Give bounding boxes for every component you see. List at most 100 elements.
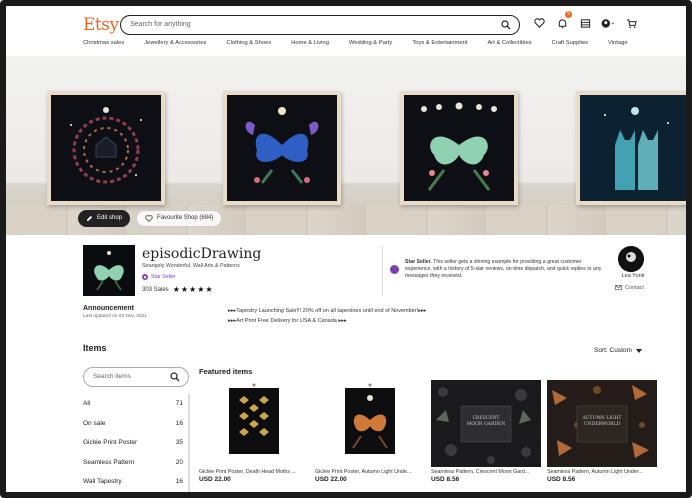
edit-shop-button[interactable]: Edit shop [78, 210, 131, 227]
category-link[interactable]: Clothing & Shoes [226, 40, 271, 46]
shop-logo[interactable] [83, 245, 135, 296]
notification-badge: 5 [565, 11, 572, 18]
section-count: 20 [175, 458, 183, 466]
sales-count: 303 Sales [142, 286, 169, 293]
items-search-input[interactable]: Search items [83, 367, 189, 387]
banner-artwork-4 [576, 91, 686, 205]
etsy-logo[interactable]: Etsy [83, 15, 119, 35]
section-label: Seamless Pattern [83, 458, 135, 466]
shop-banner: Edit shop Favourite Shop (684) [6, 56, 686, 235]
category-link[interactable]: Home & Living [291, 40, 329, 46]
section-label: Wall Tapestry [83, 478, 122, 486]
cart-icon[interactable] [624, 16, 638, 30]
featured-item-image[interactable]: CRESCENT MOON GARDEN [431, 380, 541, 467]
section-item-seamless-pattern[interactable]: Seamless Pattern 20 [83, 453, 187, 473]
featured-item-price: USD 22.00 [315, 476, 347, 483]
section-label: All [83, 400, 91, 408]
star-seller-icon [390, 265, 399, 274]
sort-label: Sort: Custom [594, 347, 632, 354]
announcement-line: ▸▸▸Art Print Free Delivery for USA & Can… [228, 318, 347, 324]
featured-item-card[interactable]: CRESCENT MOON GARDEN Seamless Pattern, C… [431, 380, 541, 483]
banner-artwork-2 [223, 91, 341, 205]
star-seller-badge[interactable]: Star Seller [142, 274, 176, 280]
star-seller-icon [142, 274, 148, 280]
announcement-line: ▸▸▸Tapestry Launching Sale!!! 20% off on… [228, 308, 427, 314]
search-input[interactable]: Search for anything [120, 15, 520, 35]
featured-item-title[interactable]: Seamless Pattern, Crescent Moon Gard... [431, 469, 541, 475]
banner-artwork-3 [400, 91, 518, 205]
site-header: Etsy Search for anything 5 Christmas sal… [6, 6, 686, 56]
featured-item-card[interactable]: AUTUMN LIGHT UNDERWORLD Seamless Pattern… [547, 380, 657, 483]
featured-item-title[interactable]: Seamless Pattern, Autumn Light Under... [547, 469, 657, 475]
section-item-all[interactable]: All 71 [83, 394, 190, 414]
pattern-overlay-text: CRESCENT MOON GARDEN [466, 416, 506, 427]
sales-rating: 303 Sales ★★★★★ [142, 285, 214, 294]
featured-items-title: Featured items [199, 367, 253, 376]
owner-name[interactable]: Lea Yunk [618, 273, 648, 279]
category-link[interactable]: Jewellery & Accessories [144, 40, 206, 46]
search-placeholder: Search for anything [130, 21, 191, 28]
featured-item-card[interactable]: Giclée Print Poster, Autumn Light Unde..… [315, 380, 425, 483]
section-count: 16 [175, 478, 183, 486]
banner-artwork-1 [47, 91, 165, 205]
announcement-title: Announcement [83, 305, 134, 312]
section-count: 16 [175, 419, 183, 427]
featured-item-price: USD 8.56 [547, 476, 576, 483]
avatar[interactable] [601, 16, 615, 30]
announcement-date: Last updated on 03 Nov, 2021 [83, 314, 147, 319]
pattern-overlay-text: AUTUMN LIGHT UNDERWORLD [582, 416, 622, 427]
category-link[interactable]: Toys & Entertainment [412, 40, 467, 46]
star-seller-text: This seller gets a shining example for p… [405, 259, 602, 280]
section-count: 35 [175, 439, 183, 447]
category-link[interactable]: Craft Supplies [552, 40, 588, 46]
featured-item-image[interactable]: AUTUMN LIGHT UNDERWORLD [547, 380, 657, 467]
search-icon[interactable] [170, 372, 180, 382]
section-list-scrollbar[interactable] [188, 394, 190, 492]
favourite-shop-label: Favourite Shop (684) [157, 215, 214, 221]
bell-icon[interactable]: 5 [555, 11, 572, 30]
heart-icon[interactable] [532, 16, 546, 30]
caret-down-icon [635, 348, 642, 353]
edit-shop-label: Edit shop [97, 215, 123, 221]
star-seller-bold: Star Seller. [405, 259, 432, 265]
featured-item-image[interactable] [199, 380, 309, 467]
featured-item-title[interactable]: Giclée Print Poster, Death Head Moths ..… [199, 469, 309, 475]
banner-actions: Edit shop Favourite Shop (684) [78, 210, 223, 227]
featured-item-title[interactable]: Giclée Print Poster, Autumn Light Unde..… [315, 469, 425, 475]
pencil-icon [86, 215, 93, 222]
divider [382, 246, 383, 296]
section-item-wall-tapestry[interactable]: Wall Tapestry 16 [83, 472, 187, 492]
section-label: On sale [83, 419, 106, 427]
shop-name: episodicDrawing [142, 246, 262, 262]
items-search-placeholder: Search items [93, 373, 131, 380]
category-link[interactable]: Wedding & Party [349, 40, 392, 46]
featured-item-image[interactable] [315, 380, 425, 467]
shop-tagline: Strangely Wonderful. Wall Arts & Pattern… [142, 263, 240, 269]
heart-icon [145, 215, 153, 222]
message-icon [615, 285, 622, 291]
category-link[interactable]: Art & Collectibles [487, 40, 531, 46]
star-seller-label: Star Seller [151, 274, 176, 280]
browser-frame: Etsy Search for anything 5 Christmas sal… [0, 0, 692, 498]
featured-item-card[interactable]: Giclée Print Poster, Death Head Moths ..… [199, 380, 309, 483]
section-list: All 71 On sale 16 Giclée Print Poster 35… [83, 394, 190, 492]
section-item-giclee-print-poster[interactable]: Giclée Print Poster 35 [83, 433, 187, 453]
shop-icon[interactable] [578, 16, 592, 30]
rating-stars[interactable]: ★★★★★ [173, 285, 214, 294]
sort-dropdown[interactable]: Sort: Custom [594, 347, 642, 354]
header-icons: 5 [532, 11, 638, 30]
category-nav: Christmas sales Jewellery & Accessories … [83, 40, 628, 46]
items-title: Items [83, 343, 107, 353]
section-count: 71 [175, 400, 183, 408]
category-link[interactable]: Vintage [608, 40, 628, 46]
favourite-shop-button[interactable]: Favourite Shop (684) [136, 210, 223, 227]
owner-avatar[interactable] [618, 246, 644, 272]
contact-button[interactable]: Contact [615, 285, 644, 291]
category-link[interactable]: Christmas sales [83, 40, 124, 46]
featured-item-price: USD 22.00 [199, 476, 231, 483]
section-label: Giclée Print Poster [83, 439, 138, 447]
search-icon[interactable] [501, 20, 511, 30]
section-item-on-sale[interactable]: On sale 16 [83, 414, 187, 434]
featured-item-price: USD 8.56 [431, 476, 460, 483]
star-seller-description: Star Seller. This seller gets a shining … [405, 259, 605, 281]
